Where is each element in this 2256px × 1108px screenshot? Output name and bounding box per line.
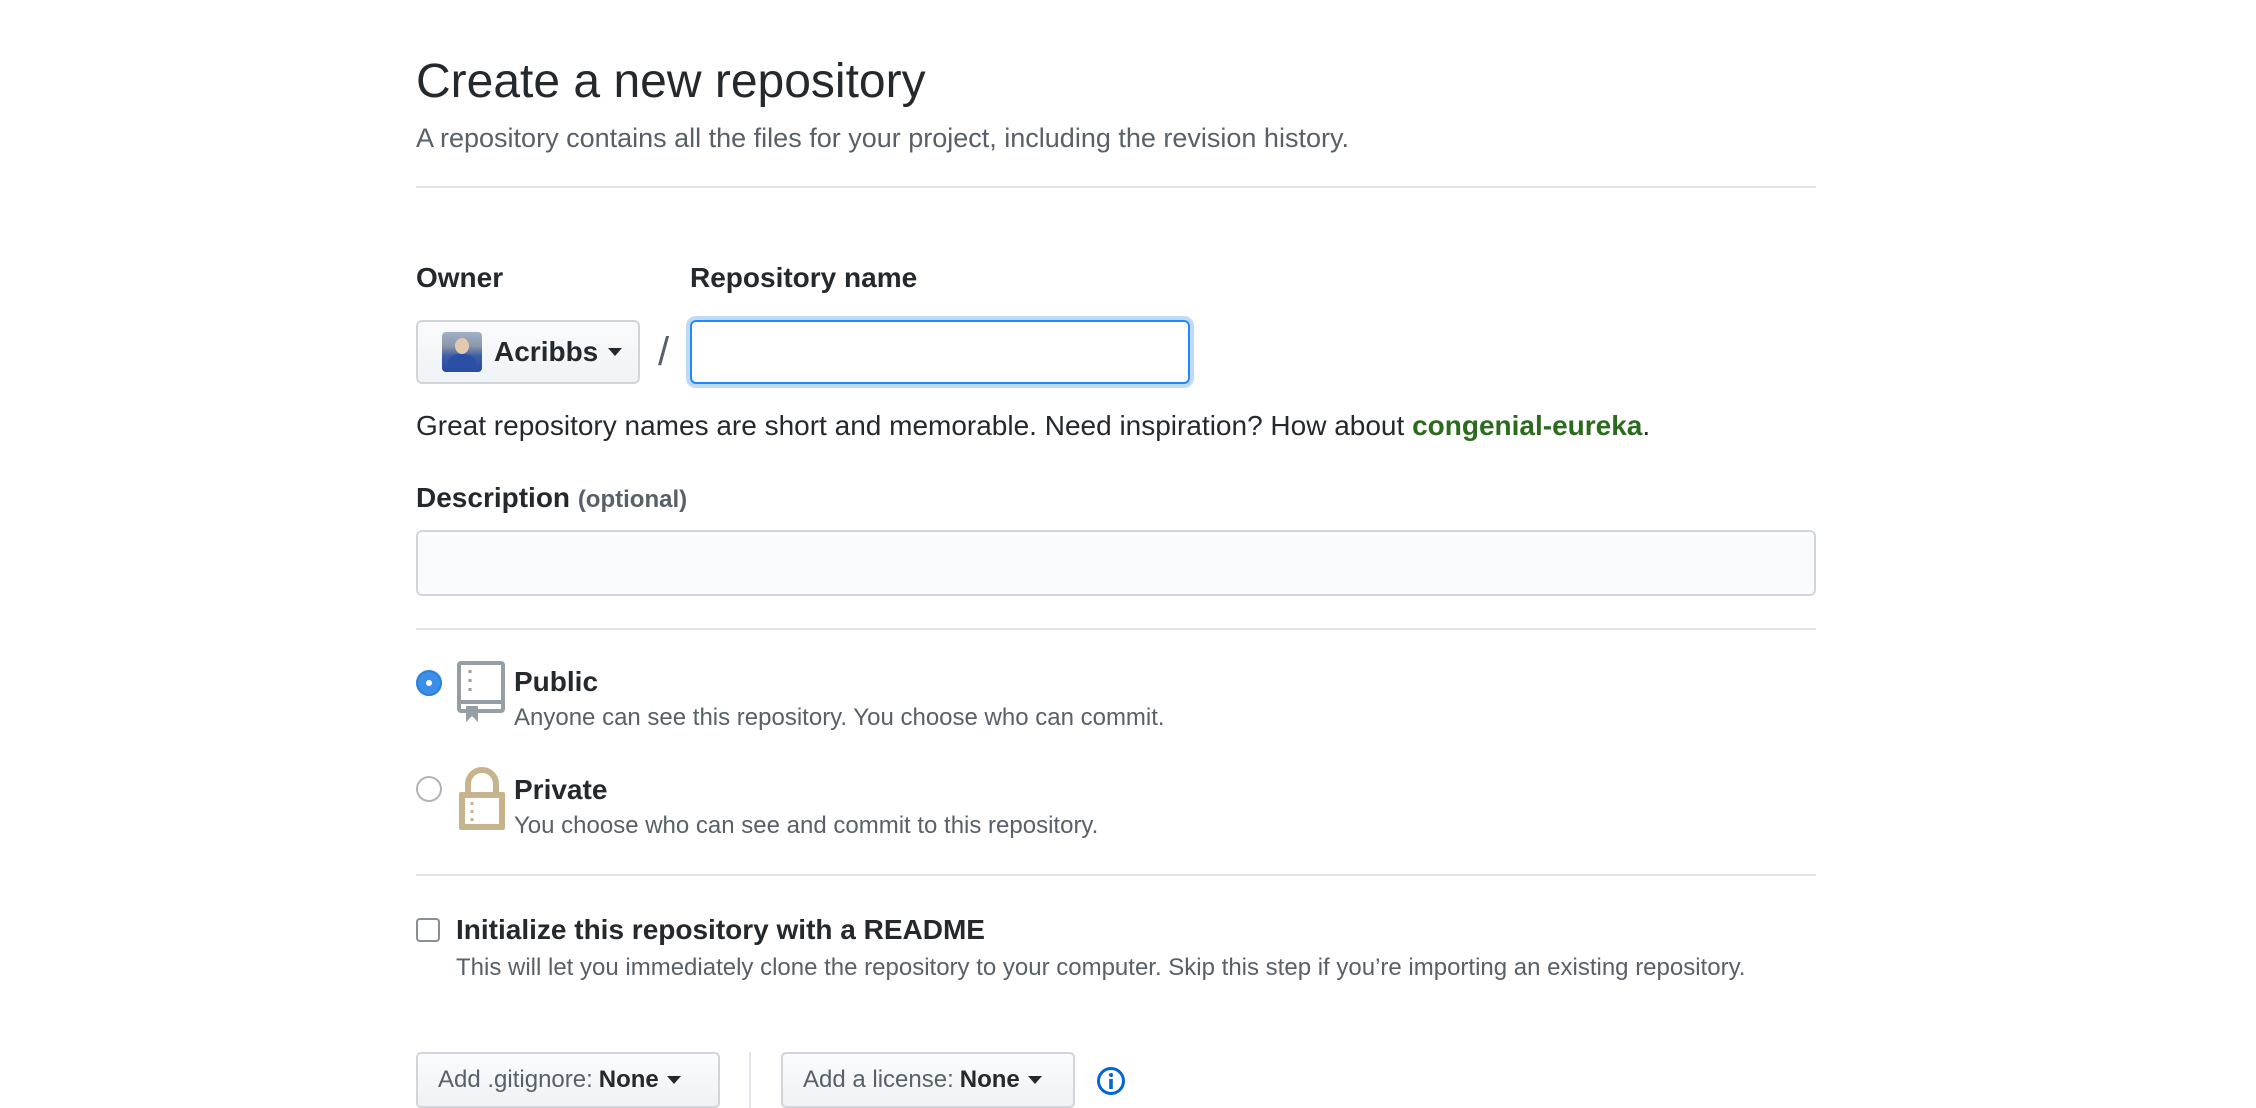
license-label: Add a license: bbox=[803, 1066, 954, 1094]
readme-checkbox[interactable] bbox=[416, 918, 440, 942]
repo-icon bbox=[456, 660, 508, 724]
chevron-down-icon bbox=[667, 1076, 681, 1084]
description-divider bbox=[416, 628, 1816, 630]
public-radio[interactable] bbox=[416, 670, 442, 696]
owner-repo-separator: / bbox=[658, 328, 669, 376]
hint-suffix: . bbox=[1642, 410, 1650, 441]
private-title: Private bbox=[514, 772, 607, 808]
private-radio[interactable] bbox=[416, 776, 442, 802]
readme-description: This will let you immediately clone the … bbox=[456, 950, 1756, 986]
lock-icon bbox=[456, 766, 508, 832]
info-icon[interactable] bbox=[1096, 1066, 1126, 1096]
readme-title: Initialize this repository with a README bbox=[456, 912, 985, 948]
page-title: Create a new repository bbox=[416, 52, 926, 112]
hint-text: Great repository names are short and mem… bbox=[416, 410, 1412, 441]
page-subtitle: A repository contains all the files for … bbox=[416, 120, 1349, 156]
repository-name-hint: Great repository names are short and mem… bbox=[416, 408, 1650, 444]
repository-name-label: Repository name bbox=[690, 260, 917, 296]
public-description: Anyone can see this repository. You choo… bbox=[514, 702, 1165, 734]
license-value: None bbox=[960, 1066, 1020, 1094]
description-label-text: Description bbox=[416, 482, 570, 513]
header-divider bbox=[416, 186, 1816, 188]
chevron-down-icon bbox=[1028, 1076, 1042, 1084]
visibility-divider bbox=[416, 874, 1816, 876]
public-title: Public bbox=[514, 664, 598, 700]
page: Create a new repository A repository con… bbox=[0, 0, 2256, 1108]
gitignore-value: None bbox=[599, 1066, 659, 1094]
description-input[interactable] bbox=[416, 530, 1816, 596]
dropdown-separator bbox=[749, 1052, 751, 1108]
suggested-name-link[interactable]: congenial-eureka bbox=[1412, 410, 1642, 441]
description-label: Description (optional) bbox=[416, 480, 687, 518]
avatar bbox=[442, 332, 482, 372]
license-dropdown-button[interactable]: Add a license: None bbox=[781, 1052, 1075, 1108]
owner-name: Acribbs bbox=[494, 336, 598, 368]
optional-note: (optional) bbox=[578, 486, 687, 513]
gitignore-dropdown-button[interactable]: Add .gitignore: None bbox=[416, 1052, 720, 1108]
repository-name-input[interactable] bbox=[690, 320, 1190, 384]
owner-dropdown-button[interactable]: Acribbs bbox=[416, 320, 640, 384]
private-description: You choose who can see and commit to thi… bbox=[514, 810, 1098, 842]
owner-label: Owner bbox=[416, 260, 503, 296]
gitignore-label: Add .gitignore: bbox=[438, 1066, 593, 1094]
chevron-down-icon bbox=[608, 348, 622, 356]
